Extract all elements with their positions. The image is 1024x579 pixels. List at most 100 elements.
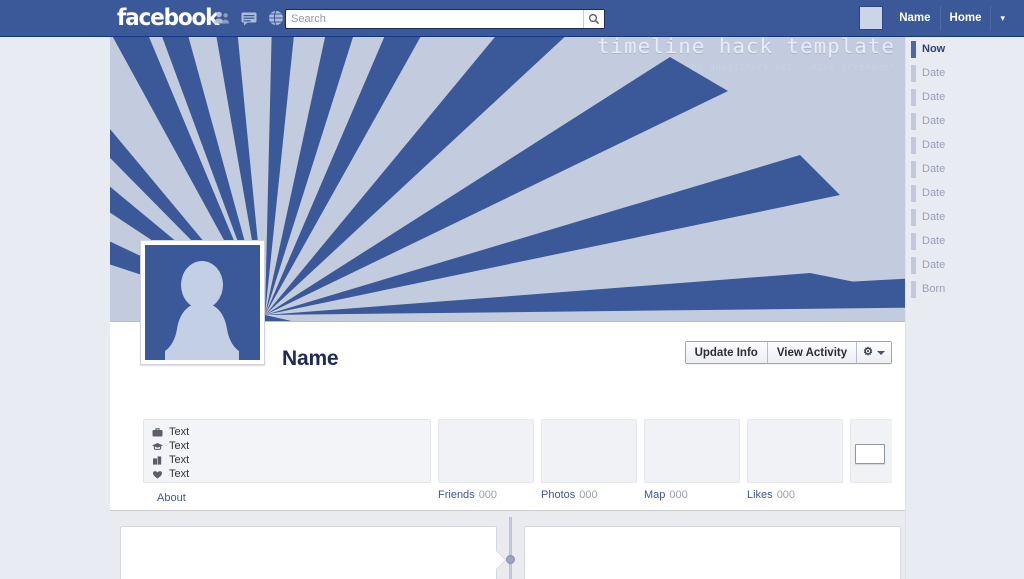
timeline-tick-icon	[911, 113, 916, 130]
home-link[interactable]: Home	[941, 6, 992, 30]
top-nav-icons	[213, 9, 285, 27]
tile-label[interactable]: Likes	[747, 489, 773, 501]
timeline-nav-label: Date	[922, 139, 945, 151]
notifications-icon[interactable]	[267, 9, 285, 27]
profile-action-buttons: Update Info View Activity ⚙	[685, 341, 892, 364]
about-row-hometown: Text	[152, 453, 422, 467]
timeline-tick-icon	[911, 185, 916, 202]
timeline-nav-item-date[interactable]: Date	[906, 61, 1024, 85]
about-summary-box[interactable]: Text Text Text	[143, 419, 431, 483]
timeline-nav-item-date[interactable]: Date	[906, 85, 1024, 109]
heart-icon	[152, 469, 163, 480]
about-row-text: Text	[169, 454, 189, 466]
tile-photos[interactable]: Photos 000	[541, 419, 637, 501]
tile-map[interactable]: Map 000	[644, 419, 740, 501]
about-row-work: Text	[152, 425, 422, 439]
profile-picture[interactable]	[140, 240, 265, 365]
page-title: Name	[282, 347, 338, 371]
tile-likes[interactable]: Likes 000	[747, 419, 843, 501]
tile-count: 000	[669, 489, 687, 501]
timeline-nav-label: Now	[922, 43, 945, 55]
settings-dropdown-button[interactable]: ⚙	[857, 342, 891, 363]
timeline-nav-label: Date	[922, 115, 945, 127]
cover-subtitle: by ausgetrock.net - nico grienauer	[691, 62, 895, 73]
timeline-nav-item-born[interactable]: Born	[906, 277, 1024, 301]
avatar[interactable]	[859, 6, 883, 30]
account-name-link[interactable]: Name	[890, 6, 940, 30]
timeline-nav-label: Date	[922, 187, 945, 199]
search-input[interactable]	[286, 11, 583, 28]
account-nav: Name Home ▾	[859, 6, 1014, 30]
tile-label[interactable]: Map	[644, 489, 665, 501]
timeline-nav-label: Date	[922, 163, 945, 175]
timeline-nav-item-date[interactable]: Date	[906, 157, 1024, 181]
timeline-nav-item-date[interactable]: Date	[906, 205, 1024, 229]
about-row-text: Text	[169, 440, 189, 452]
top-navigation-bar: facebook	[0, 0, 1024, 37]
timeline-year-nav: Now Date Date Date Date Date Date Date	[905, 37, 1024, 579]
timeline-nav-label: Born	[922, 283, 945, 295]
tile-thumb[interactable]	[747, 419, 843, 483]
account-menu-caret-icon[interactable]: ▾	[991, 6, 1014, 30]
timeline-stories	[110, 517, 905, 579]
update-info-button[interactable]: Update Info	[686, 342, 768, 363]
tile-thumb[interactable]	[644, 419, 740, 483]
timeline-tick-icon	[911, 137, 916, 154]
tile-label[interactable]: Photos	[541, 489, 575, 501]
timeline-tick-icon	[911, 161, 916, 178]
tile-caption: Photos 000	[541, 489, 637, 501]
timeline-nav-label: Date	[922, 211, 945, 223]
chevron-down-icon	[877, 351, 885, 355]
search-icon[interactable]	[583, 10, 604, 28]
timeline-nav-item-date[interactable]: Date	[906, 109, 1024, 133]
profile-column: timeline hack template by ausgetrock.net…	[110, 37, 905, 579]
tile-thumb[interactable]	[438, 419, 534, 483]
briefcase-icon	[152, 427, 163, 438]
facebook-timeline-page: facebook	[0, 0, 1024, 579]
timeline-nav-item-now[interactable]: Now	[906, 37, 1024, 61]
profile-picture-image	[145, 245, 260, 360]
facebook-logo[interactable]: facebook	[117, 5, 218, 31]
about-row-text: Text	[169, 426, 189, 438]
timeline-nav-item-date[interactable]: Date	[906, 229, 1024, 253]
timeline-tick-icon	[911, 41, 916, 58]
tile-count: 000	[777, 489, 795, 501]
timeline-nav-label: Date	[922, 259, 945, 271]
tile-more[interactable]	[850, 419, 892, 483]
timeline-tick-icon	[911, 257, 916, 274]
tile-caption: Friends 000	[438, 489, 534, 501]
friend-requests-icon[interactable]	[213, 9, 231, 27]
timeline-tick-icon	[911, 233, 916, 250]
graduation-cap-icon	[152, 441, 163, 452]
view-activity-button[interactable]: View Activity	[768, 342, 857, 363]
timeline-tick-icon	[911, 89, 916, 106]
story-beak-icon	[496, 551, 505, 569]
timeline-divider-line	[509, 517, 512, 579]
tile-label[interactable]: Friends	[438, 489, 475, 501]
tile-thumb[interactable]	[541, 419, 637, 483]
search-box[interactable]	[285, 9, 605, 29]
tile-friends[interactable]: Friends 000	[438, 419, 534, 501]
about-link[interactable]: About	[157, 492, 186, 504]
timeline-nav-item-date[interactable]: Date	[906, 181, 1024, 205]
timeline-nav-label: Date	[922, 67, 945, 79]
timeline-dot	[506, 555, 515, 564]
messages-icon[interactable]	[240, 9, 258, 27]
story-right[interactable]	[524, 526, 901, 579]
timeline-tick-icon	[911, 209, 916, 226]
about-row-relationship: Text	[152, 467, 422, 481]
timeline-nav-label: Date	[922, 235, 945, 247]
timeline-nav-item-date[interactable]: Date	[906, 133, 1024, 157]
left-gutter	[0, 37, 110, 579]
timeline-tick-icon	[911, 65, 916, 82]
timeline-tick-icon	[911, 281, 916, 298]
gear-icon: ⚙	[863, 347, 873, 358]
story-left[interactable]	[120, 526, 497, 579]
city-icon	[152, 455, 163, 466]
tile-count: 000	[479, 489, 497, 501]
more-tiles-button[interactable]	[855, 444, 885, 464]
profile-tiles-row: Text Text Text	[143, 419, 899, 501]
about-row-text: Text	[169, 468, 189, 480]
timeline-nav-item-date[interactable]: Date	[906, 253, 1024, 277]
tile-count: 000	[579, 489, 597, 501]
